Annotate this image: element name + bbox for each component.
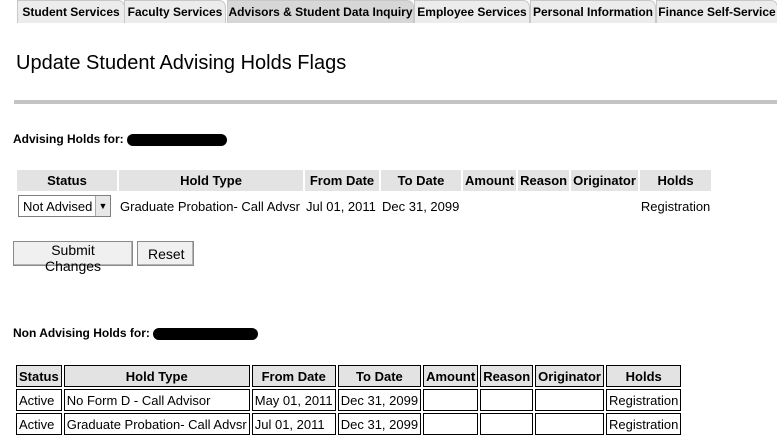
column-header: Originator	[571, 170, 638, 191]
column-header: Holds	[639, 170, 712, 191]
non-advising-holds-table: Status Hold Type From Date To Date Amoun…	[14, 363, 683, 437]
table-row: Not Advised ▼ Graduate Probation- Call A…	[17, 191, 711, 221]
amount-cell	[423, 413, 479, 435]
page-title: Update Student Advising Holds Flags	[16, 52, 347, 74]
column-header: Hold Type	[63, 365, 250, 387]
to-date-cell: Dec 31, 2099	[337, 389, 422, 411]
column-header: Status	[16, 365, 62, 387]
non-advising-holds-label: Non Advising Holds for:	[13, 326, 150, 340]
tab-finance-self-service[interactable]: Finance Self-Service	[656, 0, 777, 23]
chevron-down-icon[interactable]: ▼	[95, 196, 110, 216]
hold-type-cell: Graduate Probation- Call Advsr	[120, 198, 300, 214]
status-cell: Not Advised ▼	[17, 191, 117, 221]
column-header: From Date	[305, 170, 379, 191]
column-header: Status	[17, 170, 117, 191]
from-date-cell: Jul 01, 2011	[306, 198, 376, 214]
holds-cell: Registration	[640, 198, 711, 214]
column-header: Hold Type	[119, 170, 303, 191]
from-date-cell: Jul 01, 2011	[251, 413, 336, 435]
tab-faculty-services[interactable]: Faculty Services	[124, 0, 226, 23]
non-advising-holds-heading: Non Advising Holds for:	[13, 326, 258, 340]
tab-advisors-student-data-inquiry[interactable]: Advisors & Student Data Inquiry	[227, 0, 414, 23]
originator-cell	[535, 413, 604, 435]
column-header: From Date	[251, 365, 336, 387]
originator-cell	[535, 389, 604, 411]
divider	[14, 100, 777, 104]
reason-cell	[480, 389, 534, 411]
advising-holds-table: Status Hold Type From Date To Date Amoun…	[15, 170, 713, 221]
tab-bar: Student Services Faculty Services Adviso…	[0, 0, 777, 24]
status-cell: Active	[16, 413, 62, 435]
reason-cell	[518, 191, 569, 221]
table-row: Active No Form D - Call Advisor May 01, …	[16, 389, 682, 411]
column-header: To Date	[381, 170, 461, 191]
submit-changes-button[interactable]: Submit Changes	[13, 241, 133, 274]
redacted-student-name	[152, 327, 258, 340]
from-date-cell: May 01, 2011	[251, 389, 336, 411]
column-header: To Date	[337, 365, 422, 387]
holds-cell: Registration	[606, 389, 682, 411]
column-header: Reason	[480, 365, 534, 387]
status-select-value: Not Advised	[23, 199, 93, 214]
to-date-cell: Dec 31, 2099	[382, 198, 460, 214]
hold-type-cell: Graduate Probation- Call Advsr	[63, 413, 250, 435]
column-header: Holds	[606, 365, 682, 387]
tab-employee-services[interactable]: Employee Services	[414, 0, 530, 23]
amount-cell	[423, 389, 479, 411]
column-header: Reason	[518, 170, 570, 191]
reason-cell	[480, 413, 534, 435]
to-date-cell: Dec 31, 2099	[337, 413, 422, 435]
status-select[interactable]: Not Advised ▼	[18, 195, 111, 217]
originator-cell	[571, 191, 638, 221]
redacted-student-name	[126, 133, 227, 146]
status-cell: Active	[16, 389, 62, 411]
holds-cell: Registration	[606, 413, 682, 435]
reset-button[interactable]: Reset	[137, 241, 194, 266]
amount-cell	[463, 191, 516, 221]
column-header: Amount	[423, 365, 479, 387]
column-header: Amount	[463, 170, 517, 191]
tab-personal-information[interactable]: Personal Information	[530, 0, 656, 23]
advising-holds-label: Advising Holds for:	[13, 132, 124, 146]
tab-student-services[interactable]: Student Services	[17, 0, 125, 23]
hold-type-cell: No Form D - Call Advisor	[63, 389, 250, 411]
table-row: Active Graduate Probation- Call Advsr Ju…	[16, 413, 682, 435]
advising-holds-heading: Advising Holds for:	[13, 132, 227, 146]
column-header: Originator	[535, 365, 604, 387]
